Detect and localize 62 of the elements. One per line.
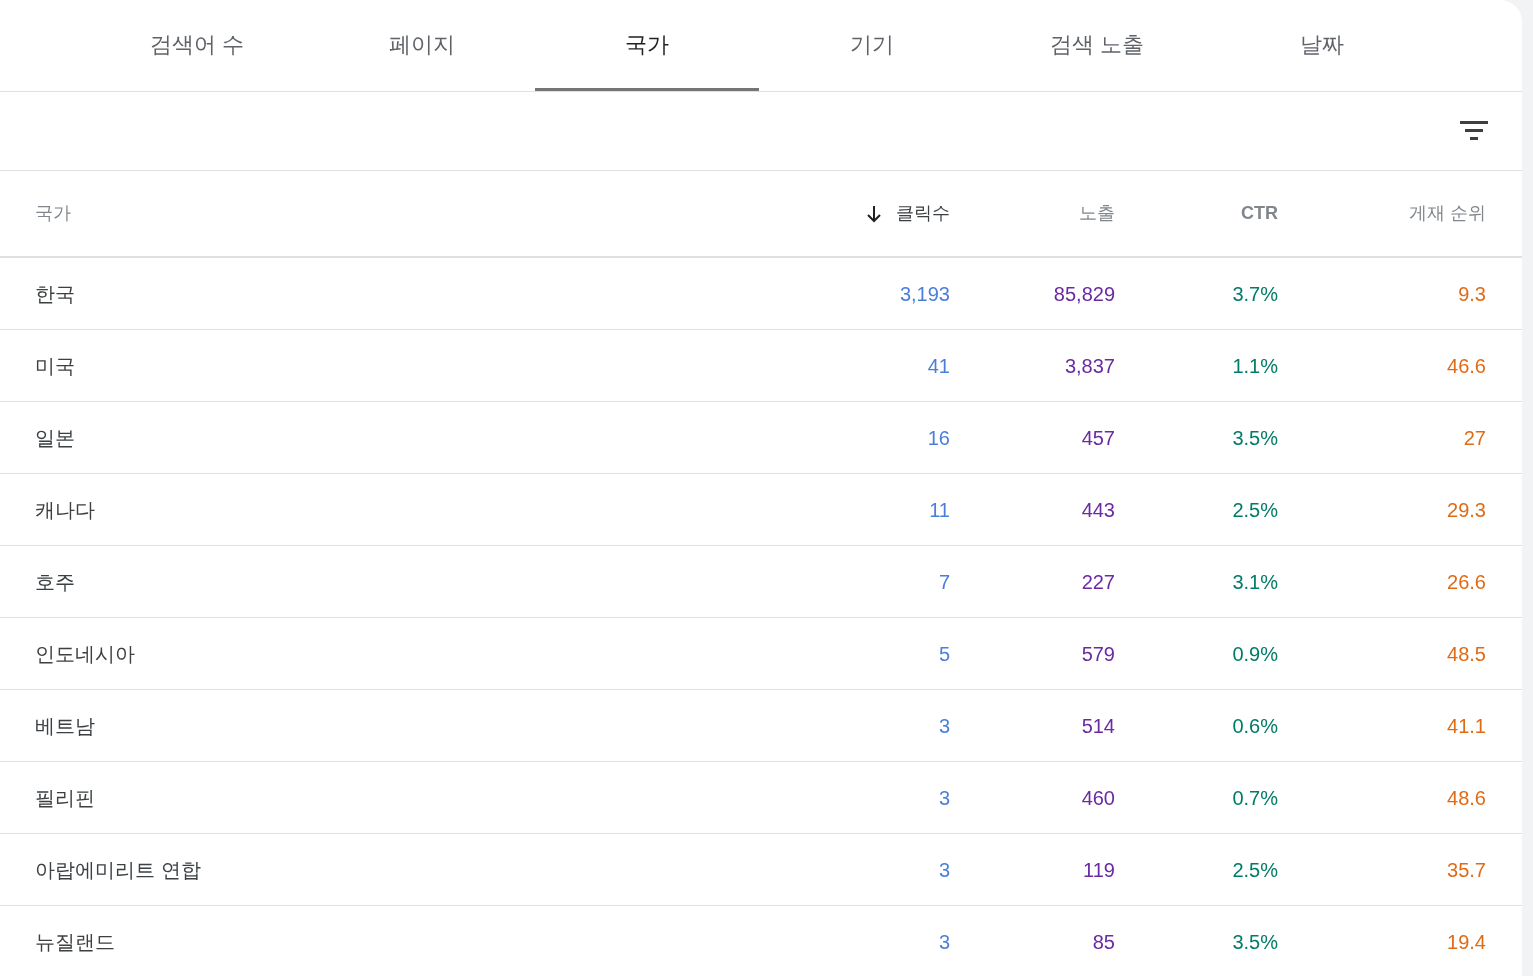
tab[interactable]: 검색 노출 bbox=[984, 0, 1210, 91]
column-header[interactable]: 노출 bbox=[1079, 200, 1115, 227]
column-header[interactable]: CTR bbox=[1241, 200, 1278, 227]
table-cell-text: 579 bbox=[1080, 641, 1115, 667]
table-cell-text: 46.6 bbox=[1446, 353, 1486, 379]
country-cell-text: 캐나다 bbox=[35, 497, 96, 523]
table-cell-text: 514 bbox=[1080, 713, 1115, 739]
table-cell-text: 457 bbox=[1080, 425, 1115, 451]
country-cell-text: 필리핀 bbox=[35, 785, 96, 811]
table-cell-text: 19.4 bbox=[1446, 929, 1486, 955]
table-cell-text: 5 bbox=[937, 641, 950, 667]
table-cell-text: 41 bbox=[926, 353, 950, 379]
table-cell-text: 3.5% bbox=[1231, 425, 1278, 451]
tab[interactable]: 검색어 수 bbox=[85, 0, 310, 91]
tab[interactable]: 기기 bbox=[759, 0, 985, 91]
column-header[interactable]: 국가 bbox=[35, 200, 71, 227]
column-header[interactable]: 게재 순위 bbox=[1409, 200, 1486, 227]
table-cell-text: 2.5% bbox=[1231, 497, 1278, 523]
table-cell-text: 3,837 bbox=[1063, 353, 1115, 379]
table-cell-text: 3,193 bbox=[898, 281, 950, 307]
table-cell-text: 11 bbox=[928, 497, 950, 523]
table-cell-text: 0.7% bbox=[1231, 785, 1278, 811]
table-cell-text: 16 bbox=[926, 425, 950, 451]
country-cell-text: 미국 bbox=[35, 353, 76, 379]
table-cell-text: 3 bbox=[937, 857, 950, 883]
table-cell-text: 3 bbox=[937, 929, 950, 955]
table-cell-text: 7 bbox=[937, 569, 950, 595]
table-cell-text: 48.5 bbox=[1446, 641, 1486, 667]
country-cell-text: 뉴질랜드 bbox=[35, 929, 116, 955]
table-cell-text: 26.6 bbox=[1446, 569, 1486, 595]
country-cell-text: 호주 bbox=[35, 569, 76, 595]
table-cell-text: 41.1 bbox=[1446, 713, 1486, 739]
table-cell-text: 443 bbox=[1080, 497, 1115, 523]
table-cell-text: 1.1% bbox=[1231, 353, 1278, 379]
table-cell-text: 9.3 bbox=[1457, 281, 1486, 307]
table-cell-text: 3.7% bbox=[1231, 281, 1278, 307]
country-cell-text: 베트남 bbox=[35, 713, 96, 739]
table-cell-text: 3 bbox=[937, 785, 950, 811]
table-cell-text: 27 bbox=[1462, 425, 1486, 451]
country-cell-text: 한국 bbox=[35, 281, 76, 307]
table-cell-text: 3.5% bbox=[1231, 929, 1278, 955]
table-cell-text: 227 bbox=[1080, 569, 1115, 595]
column-header[interactable]: 클릭수 bbox=[896, 200, 950, 227]
table-cell-text: 119 bbox=[1082, 857, 1115, 883]
table-cell-text: 29.3 bbox=[1446, 497, 1486, 523]
table-cell-text: 48.6 bbox=[1446, 785, 1486, 811]
table-cell-text: 35.7 bbox=[1446, 857, 1486, 883]
table-cell-text: 2.5% bbox=[1231, 857, 1278, 883]
country-cell-text: 일본 bbox=[35, 425, 76, 451]
table-cell-text: 85,829 bbox=[1052, 281, 1115, 307]
country-cell-text: 아랍에미리트 연합 bbox=[35, 857, 202, 883]
country-cell-text: 인도네시아 bbox=[35, 641, 136, 667]
filter-icon[interactable] bbox=[1460, 120, 1488, 142]
table-cell-text: 3.1% bbox=[1231, 569, 1278, 595]
table-cell-text: 3 bbox=[937, 713, 950, 739]
tab[interactable]: 국가 bbox=[534, 0, 760, 91]
table-cell-text: 0.6% bbox=[1231, 713, 1278, 739]
table-cell-text: 0.9% bbox=[1231, 641, 1278, 667]
table-cell-text: 460 bbox=[1080, 785, 1115, 811]
table-cell-text: 85 bbox=[1091, 929, 1115, 955]
tab[interactable]: 페이지 bbox=[309, 0, 535, 91]
tab[interactable]: 날짜 bbox=[1209, 0, 1434, 91]
